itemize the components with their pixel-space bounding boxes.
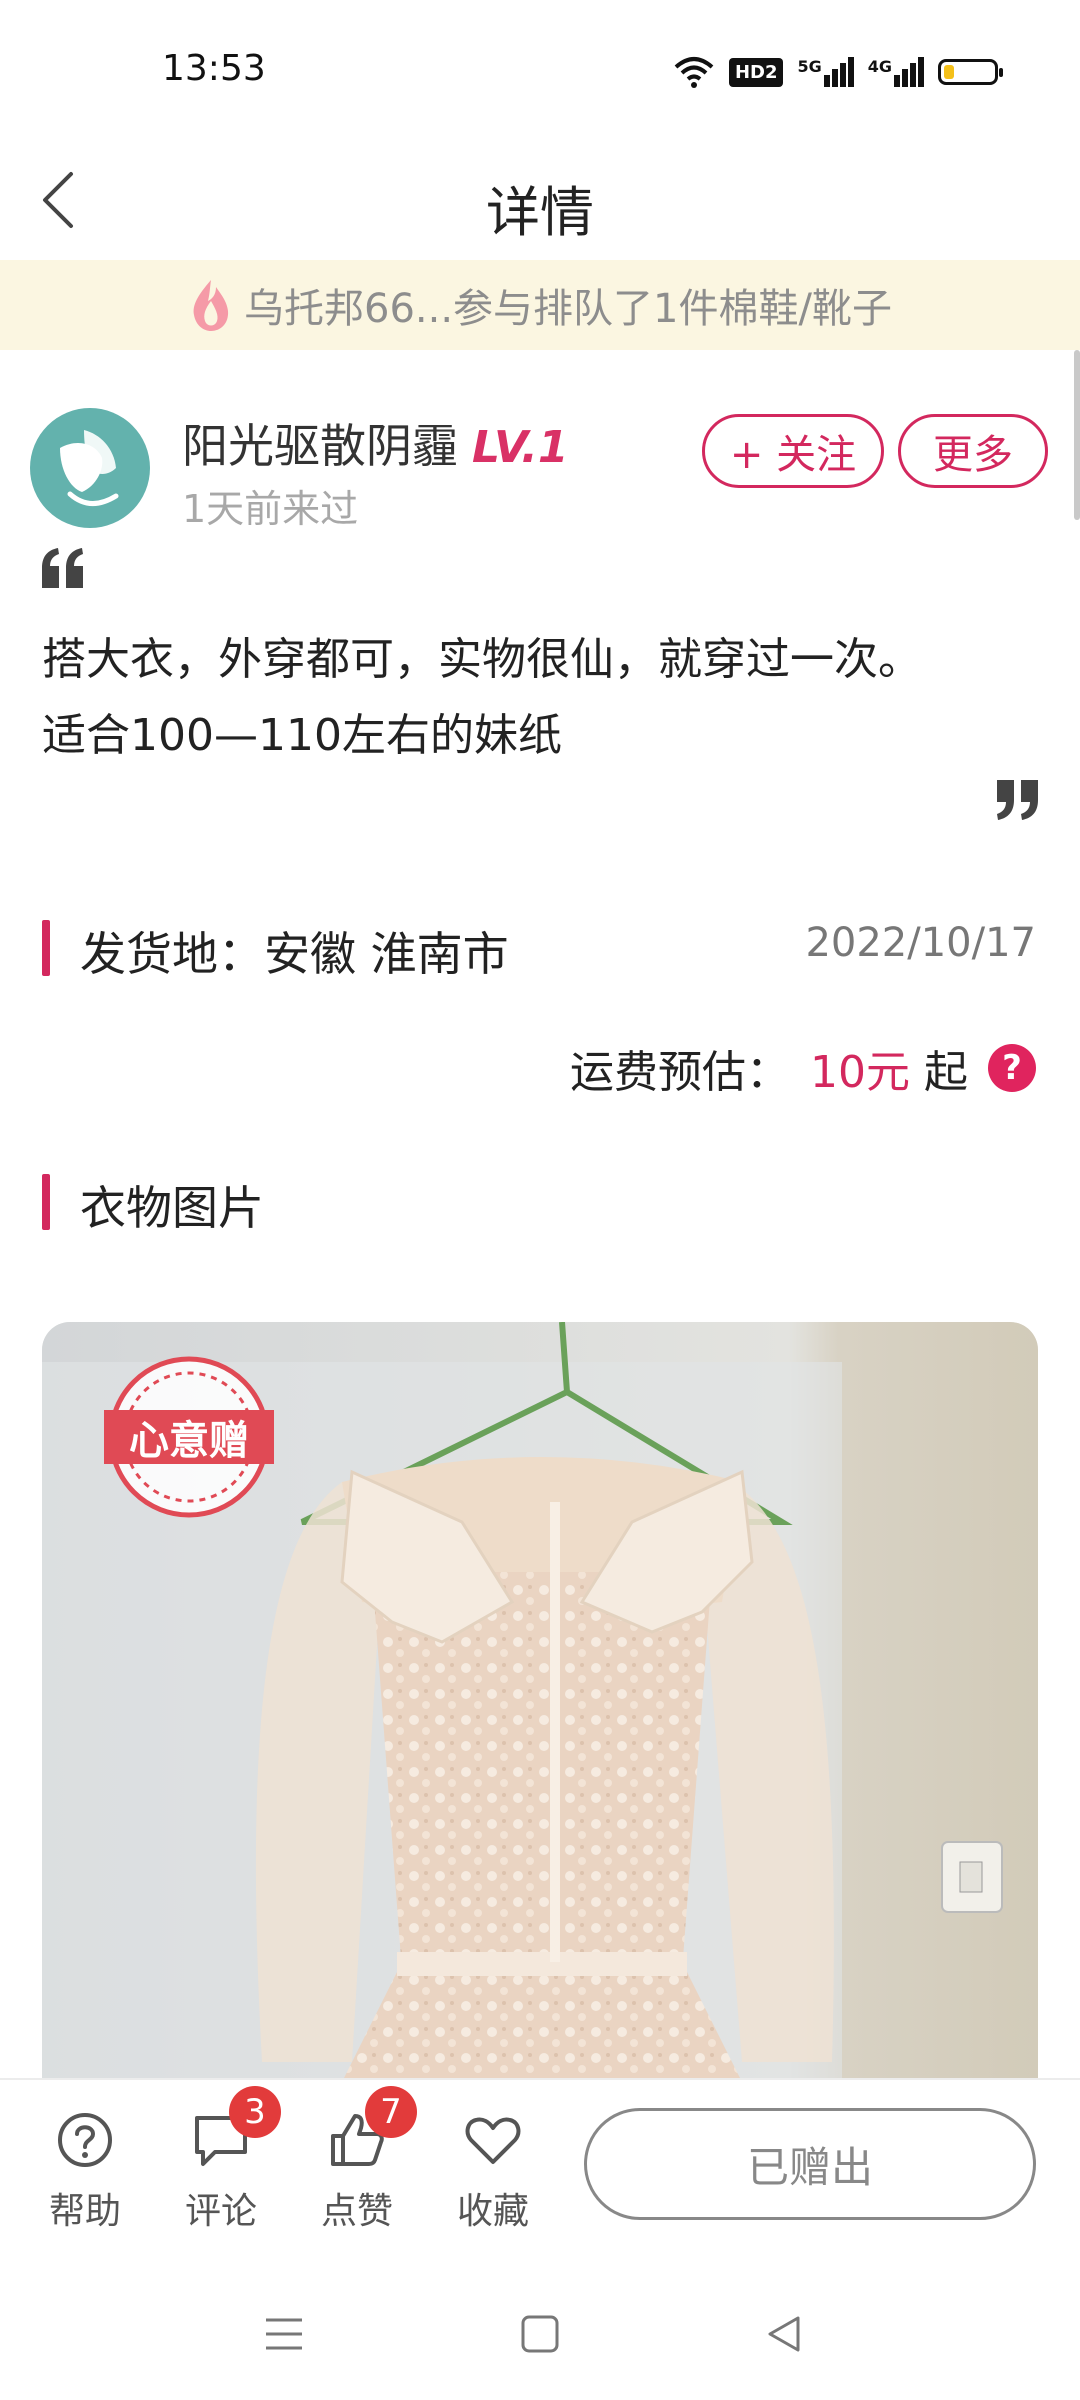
description-line-1: 搭大衣，外穿都可，实物很仙，就穿过一次。 — [42, 634, 922, 685]
wifi-icon — [674, 57, 714, 88]
home-nav-button[interactable] — [500, 2304, 580, 2364]
thumbs-up-icon: 7 — [327, 2086, 417, 2170]
system-nav-bar — [0, 2268, 1080, 2400]
comment-count-badge: 3 — [229, 2086, 281, 2138]
status-bar: 13:53 HD2 5G 4G — [0, 0, 1080, 140]
open-quote-icon — [42, 548, 83, 588]
description-line-2: 适合100—110左右的妹纸 — [42, 710, 562, 761]
hd-voice-icon: HD2 — [728, 57, 784, 87]
photos-title: 衣物图片 — [80, 1181, 264, 1235]
signal-4g-label: 4G — [867, 57, 892, 76]
like-action[interactable]: 7 点赞 — [302, 2086, 417, 2234]
post-date: 2022/10/17 — [805, 920, 1036, 966]
last-seen-text: 1天前来过 — [182, 487, 359, 531]
back-nav-button[interactable] — [744, 2304, 824, 2364]
gift-stamp-badge: 心意赠 — [88, 1352, 290, 1522]
ship-origin: 发货地：安徽 淮南市 — [80, 927, 509, 981]
scrollbar[interactable] — [1074, 350, 1080, 520]
notice-text: 乌托邦66...参与排队了1件棉鞋/靴子 — [244, 286, 892, 332]
like-count-badge: 7 — [365, 2086, 417, 2138]
status-icons: HD2 5G 4G — [673, 52, 1003, 92]
screen: 13:53 HD2 5G 4G 详情 乌托邦66...参与排队了1件棉鞋/靴子 … — [0, 0, 1080, 2400]
ship-section-marker — [42, 920, 50, 976]
follow-button[interactable]: + 关注 — [702, 414, 884, 488]
menu-nav-button[interactable] — [244, 2304, 324, 2364]
user-name[interactable]: 阳光驱散阴霾 — [182, 410, 458, 476]
close-quote-icon — [997, 780, 1038, 820]
bottom-action-bar: 帮助 3 评论 7 点赞 收藏 已赠出 — [0, 2078, 1080, 2270]
clothing-photo[interactable]: 心意赠 — [42, 1322, 1038, 2082]
signal-4g-icon: 4G — [868, 57, 924, 87]
back-triangle-icon — [768, 2316, 800, 2352]
heart-icon — [463, 2110, 523, 2170]
menu-icon — [266, 2318, 302, 2350]
battery-icon — [938, 59, 1003, 85]
comment-icon: 3 — [191, 2086, 281, 2170]
more-button[interactable]: 更多 — [898, 414, 1048, 488]
favorite-action[interactable]: 收藏 — [438, 2110, 548, 2234]
notice-bar[interactable]: 乌托邦66...参与排队了1件棉鞋/靴子 — [0, 260, 1080, 350]
status-time: 13:53 — [162, 48, 266, 89]
battery-fill — [944, 65, 954, 79]
fee-amount: 10元 — [810, 1047, 910, 1098]
like-label: 点赞 — [320, 2191, 393, 2232]
help-label: 帮助 — [48, 2191, 121, 2232]
header: 详情 — [0, 140, 1080, 260]
avatar[interactable] — [30, 408, 150, 528]
help-circle-icon — [55, 2110, 115, 2170]
flame-icon — [193, 280, 229, 331]
user-name-line: 阳光驱散阴霾 LV.1 — [182, 410, 569, 476]
given-away-button[interactable]: 已赠出 — [584, 2108, 1036, 2220]
post-description: 搭大衣，外穿都可，实物很仙，就穿过一次。 适合100—110左右的妹纸 — [42, 622, 1042, 774]
favorite-label: 收藏 — [456, 2191, 529, 2232]
signal-5g-label: 5G — [797, 57, 822, 76]
question-icon[interactable]: ? — [988, 1044, 1036, 1092]
fee-label: 运费预估： — [570, 1047, 790, 1098]
help-action[interactable]: 帮助 — [30, 2110, 140, 2234]
signal-5g-icon: 5G — [797, 57, 854, 87]
leaf-logo-icon — [60, 430, 119, 506]
fee-suffix: 起 — [924, 1047, 968, 1098]
comment-label: 评论 — [184, 2191, 257, 2232]
photos-section-marker — [42, 1174, 50, 1230]
comment-action[interactable]: 3 评论 — [166, 2086, 281, 2234]
user-level-badge: LV.1 — [472, 422, 569, 473]
stamp-text: 心意赠 — [129, 1418, 249, 1464]
page-title: 详情 — [486, 181, 594, 244]
home-square-icon — [521, 2315, 559, 2353]
shipping-fee-line: 运费预估： 10元 起 ? — [570, 1036, 1036, 1100]
